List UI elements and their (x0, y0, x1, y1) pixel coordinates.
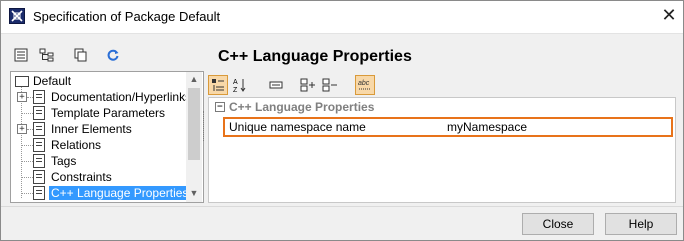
tree-item-label: Inner Elements (51, 122, 132, 136)
tree-item-label: C++ Language Properties (49, 186, 191, 200)
app-icon (9, 8, 25, 24)
property-name: Unique namespace name (229, 120, 366, 134)
left-toolbar (11, 43, 201, 69)
tree-item-label: Documentation/Hyperlinks (51, 90, 192, 104)
property-group-row[interactable]: − C++ Language Properties (209, 98, 675, 114)
scroll-down-icon[interactable]: ▼ (186, 188, 202, 198)
tree-item-label: Template Parameters (51, 106, 166, 120)
spell-check-icon[interactable]: abc (355, 75, 375, 95)
close-window-icon[interactable]: ✕ (658, 5, 680, 27)
close-button[interactable]: Close (522, 213, 594, 235)
pane-title: C++ Language Properties (218, 48, 412, 65)
tree-item-constraints[interactable]: Constraints (11, 169, 181, 185)
collapse-icon[interactable] (266, 75, 286, 95)
property-group-label: C++ Language Properties (229, 100, 375, 114)
help-button[interactable]: Help (605, 213, 677, 235)
properties-view-icon[interactable] (11, 45, 31, 65)
tree-item-label: Constraints (51, 170, 112, 184)
property-value[interactable]: myNamespace (447, 120, 527, 134)
tree-item-inner-elements[interactable]: + Inner Elements (11, 121, 181, 137)
categorized-icon[interactable] (208, 75, 228, 95)
scroll-up-icon[interactable]: ▲ (186, 74, 202, 84)
document-icon (33, 90, 45, 104)
property-row[interactable]: Unique namespace name myNamespace (223, 117, 673, 137)
tree-item-template-parameters[interactable]: Template Parameters (11, 105, 181, 121)
svg-text:abc: abc (358, 80, 370, 87)
document-icon (33, 186, 45, 200)
tree-item-label: Tags (51, 154, 77, 168)
tree-item-cpp-language-properties[interactable]: C++ Language Properties (11, 185, 191, 201)
folder-icon (15, 76, 29, 87)
expand-icon[interactable]: + (17, 124, 27, 134)
collapse-group-icon[interactable]: − (215, 102, 225, 112)
collapse-all-icon[interactable] (320, 75, 340, 95)
expand-all-icon[interactable] (298, 75, 318, 95)
document-icon (33, 154, 45, 168)
svg-text:Z: Z (233, 87, 238, 93)
title-bar: Specification of Package Default ✕ (1, 1, 683, 34)
specification-dialog: Specification of Package Default ✕ Defau… (0, 0, 684, 241)
tree-item-default[interactable]: Default (11, 73, 181, 89)
sort-alpha-icon[interactable]: AZ (230, 75, 250, 95)
document-icon (33, 122, 45, 136)
scrollbar-thumb[interactable] (188, 88, 200, 160)
property-toolbar: AZ abc (208, 75, 408, 97)
button-bar-divider (1, 206, 683, 207)
tree-view-icon[interactable] (37, 45, 57, 65)
tree-item-label: Default (33, 74, 72, 88)
tree-item-label: Relations (51, 138, 102, 152)
tree-item-relations[interactable]: Relations (11, 137, 181, 153)
document-icon (33, 106, 45, 120)
window-title: Specification of Package Default (33, 9, 221, 24)
document-icon (33, 170, 45, 184)
tree-scrollbar[interactable]: ▲ ▼ (186, 72, 202, 202)
property-grid: − C++ Language Properties Unique namespa… (208, 97, 676, 203)
navigation-tree: Default + Documentation/Hyperlinks Templ… (10, 71, 204, 203)
tree-item-documentation[interactable]: + Documentation/Hyperlinks (11, 89, 191, 105)
pane-splitter[interactable] (203, 111, 206, 141)
document-icon (33, 138, 45, 152)
copy-icon[interactable] (71, 45, 91, 65)
refresh-icon[interactable] (103, 45, 123, 65)
tree-item-tags[interactable]: Tags (11, 153, 181, 169)
svg-text:A: A (233, 79, 238, 86)
expand-icon[interactable]: + (17, 92, 27, 102)
